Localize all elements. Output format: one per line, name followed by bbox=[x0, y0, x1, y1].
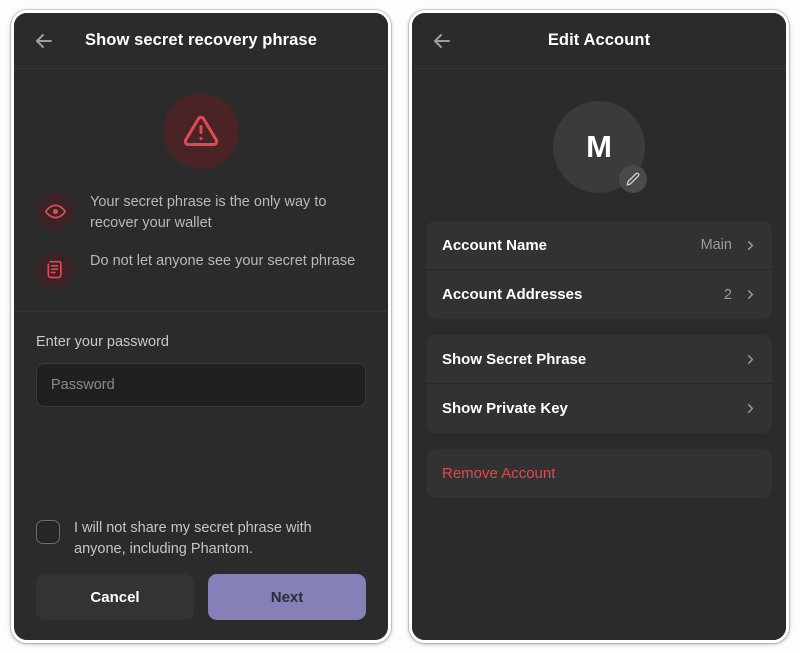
back-arrow-icon[interactable] bbox=[32, 29, 56, 53]
row-label: Show Private Key bbox=[442, 400, 568, 417]
danger-group: Remove Account bbox=[426, 449, 772, 498]
avatar-initial: M bbox=[586, 129, 612, 164]
row-label: Account Addresses bbox=[442, 286, 583, 303]
consent-checkbox[interactable] bbox=[36, 520, 60, 544]
screen-root: Show secret recovery phrase Your secret … bbox=[0, 0, 800, 653]
row-value: Main bbox=[700, 237, 732, 253]
remove-account-label: Remove Account bbox=[442, 465, 556, 482]
action-button-row: Cancel Next bbox=[14, 574, 388, 640]
chevron-right-icon bbox=[743, 401, 758, 416]
left-panel-spacer bbox=[14, 407, 388, 518]
show-recovery-phrase-panel: Show secret recovery phrase Your secret … bbox=[11, 10, 391, 643]
back-arrow-icon[interactable] bbox=[430, 29, 454, 53]
avatar-wrap: M bbox=[412, 69, 786, 221]
pencil-icon[interactable] bbox=[619, 165, 647, 193]
row-remove-account[interactable]: Remove Account bbox=[426, 449, 772, 498]
password-label: Enter your password bbox=[36, 334, 169, 350]
row-label: Account Name bbox=[442, 236, 548, 254]
row-show-secret-phrase[interactable]: Show Secret Phrase bbox=[426, 335, 772, 384]
row-account-name[interactable]: Account Name Main bbox=[426, 221, 772, 270]
password-input[interactable] bbox=[36, 363, 366, 407]
avatar[interactable]: M bbox=[553, 101, 647, 193]
row-label: Show Secret Phrase bbox=[442, 350, 587, 368]
chevron-right-icon bbox=[743, 352, 758, 367]
consent-label: I will not share my secret phrase with a… bbox=[74, 520, 312, 557]
next-button[interactable]: Next bbox=[208, 574, 366, 620]
left-panel-header: Show secret recovery phrase bbox=[14, 13, 388, 69]
warning-triangle-icon bbox=[163, 93, 239, 169]
edit-account-panel: Edit Account M Account Name Main Account… bbox=[409, 10, 789, 643]
row-show-private-key[interactable]: Show Private Key bbox=[426, 384, 772, 433]
chevron-right-icon bbox=[743, 238, 758, 253]
consent-row[interactable]: I will not share my secret phrase with a… bbox=[14, 518, 388, 574]
warning-badge-wrap bbox=[14, 85, 388, 191]
eye-warning-icon bbox=[36, 192, 74, 230]
row-value: 2 bbox=[723, 286, 732, 303]
right-panel-header: Edit Account bbox=[412, 13, 786, 69]
chevron-right-icon bbox=[743, 287, 758, 302]
warning-item: Do not let anyone see your secret phrase bbox=[14, 250, 388, 289]
warning-item: Your secret phrase is the only way to re… bbox=[14, 191, 388, 234]
row-account-addresses[interactable]: Account Addresses 2 bbox=[426, 270, 772, 319]
page-title: Show secret recovery phrase bbox=[85, 31, 317, 49]
edit-account-body: M Account Name Main Account Addresses 2 … bbox=[412, 69, 786, 640]
scroll-document-icon bbox=[36, 251, 74, 289]
secrets-group: Show Secret Phrase Show Private Key bbox=[426, 335, 772, 433]
password-section: Enter your password bbox=[14, 312, 388, 407]
warnings-section: Your secret phrase is the only way to re… bbox=[14, 69, 388, 312]
warning-item-label: Your secret phrase is the only way to re… bbox=[90, 194, 327, 231]
cancel-button[interactable]: Cancel bbox=[36, 574, 194, 620]
account-info-group: Account Name Main Account Addresses 2 bbox=[426, 221, 772, 319]
page-title: Edit Account bbox=[547, 31, 651, 49]
warning-item-label: Do not let anyone see your secret phrase bbox=[90, 253, 356, 269]
